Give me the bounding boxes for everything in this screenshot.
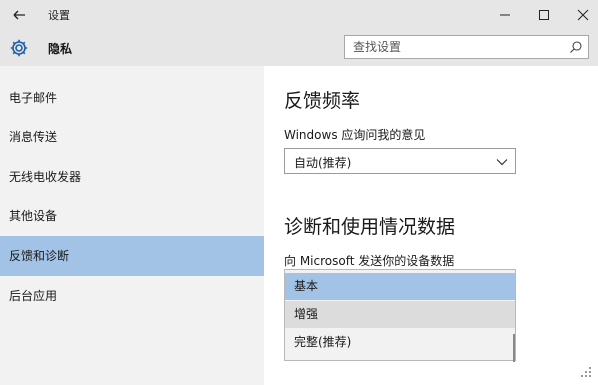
- search-box[interactable]: [344, 35, 589, 59]
- sidebar-item-radios[interactable]: 无线电收发器: [0, 157, 264, 197]
- resize-grip-icon[interactable]: [574, 360, 594, 380]
- option-basic[interactable]: 基本: [285, 273, 515, 300]
- page-title: 隐私: [48, 42, 73, 56]
- sidebar-item-feedback-diagnostics[interactable]: 反馈和诊断: [0, 236, 264, 276]
- sidebar-item-other-devices[interactable]: 其他设备: [0, 196, 264, 236]
- search-input[interactable]: [345, 36, 565, 58]
- back-arrow-icon[interactable]: [10, 6, 28, 24]
- title-bar: 设置: [0, 0, 598, 30]
- chevron-down-icon: [496, 159, 508, 166]
- feedback-frequency-select[interactable]: 自动(推荐): [284, 148, 516, 174]
- diagnostics-heading: 诊断和使用情况数据: [284, 216, 456, 238]
- option-enhanced[interactable]: 增强: [285, 301, 515, 328]
- page-header: 隐私: [0, 30, 598, 66]
- sidebar-item-messaging[interactable]: 消息传送: [0, 117, 264, 157]
- sidebar: 电子邮件 消息传送 无线电收发器 其他设备 反馈和诊断 后台应用: [0, 66, 264, 385]
- diagnostics-label: 向 Microsoft 发送你的设备数据: [284, 254, 455, 268]
- feedback-frequency-value: 自动(推荐): [294, 156, 352, 170]
- diagnostics-dropdown-list[interactable]: 基本 增强 完整(推荐): [284, 269, 516, 361]
- close-icon[interactable]: [572, 4, 594, 26]
- window-title: 设置: [48, 9, 70, 22]
- sidebar-item-email[interactable]: 电子邮件: [0, 78, 264, 118]
- search-icon[interactable]: [569, 40, 583, 54]
- maximize-icon[interactable]: [533, 4, 555, 26]
- scrollbar[interactable]: [513, 334, 515, 362]
- main-content: 反馈频率 Windows 应询问我的意见 自动(推荐) 诊断和使用情况数据 向 …: [264, 66, 598, 385]
- feedback-frequency-heading: 反馈频率: [284, 90, 361, 112]
- minimize-icon[interactable]: [494, 4, 516, 26]
- feedback-frequency-label: Windows 应询问我的意见: [284, 128, 426, 142]
- option-full[interactable]: 完整(推荐): [285, 329, 515, 356]
- sidebar-item-background-apps[interactable]: 后台应用: [0, 276, 264, 316]
- gear-icon: [10, 39, 28, 57]
